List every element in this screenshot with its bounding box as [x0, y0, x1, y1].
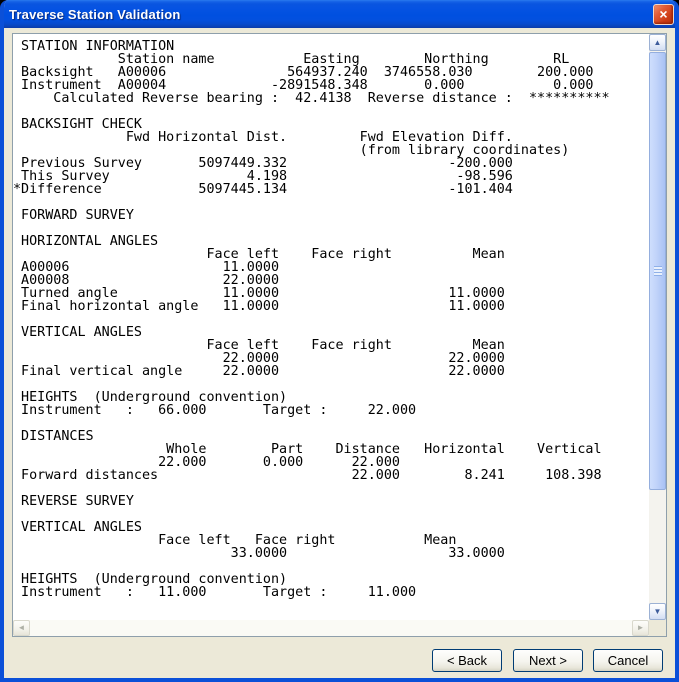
scroll-up-button[interactable]: ▲ [649, 34, 666, 51]
vertical-scroll-thumb[interactable] [649, 52, 666, 490]
vertical-scroll-track[interactable] [649, 51, 666, 603]
horizontal-scrollbar[interactable]: ◄ ► [13, 620, 649, 636]
scroll-up-icon: ▲ [653, 37, 662, 47]
close-button[interactable]: × [653, 4, 674, 25]
scroll-right-icon: ► [636, 623, 645, 632]
scroll-left-button[interactable]: ◄ [13, 620, 30, 636]
close-icon: × [659, 6, 668, 22]
next-button[interactable]: Next > [513, 649, 583, 672]
scroll-down-button[interactable]: ▼ [649, 603, 666, 620]
scrollbar-corner [649, 620, 666, 636]
scroll-right-button[interactable]: ► [632, 620, 649, 636]
report-panel: STATION INFORMATION Station name Easting… [12, 33, 667, 637]
dialog-window: Traverse Station Validation × STATION IN… [0, 0, 679, 682]
scroll-left-icon: ◄ [17, 623, 26, 632]
report-text: STATION INFORMATION Station name Easting… [13, 39, 610, 600]
title-bar[interactable]: Traverse Station Validation × [4, 0, 675, 28]
window-title: Traverse Station Validation [9, 6, 181, 22]
scroll-down-icon: ▼ [653, 606, 662, 616]
cancel-button[interactable]: Cancel [593, 649, 663, 672]
thumb-grip-icon [654, 266, 662, 276]
vertical-scrollbar[interactable]: ▲ ▼ [649, 34, 666, 620]
back-button[interactable]: < Back [432, 649, 502, 672]
